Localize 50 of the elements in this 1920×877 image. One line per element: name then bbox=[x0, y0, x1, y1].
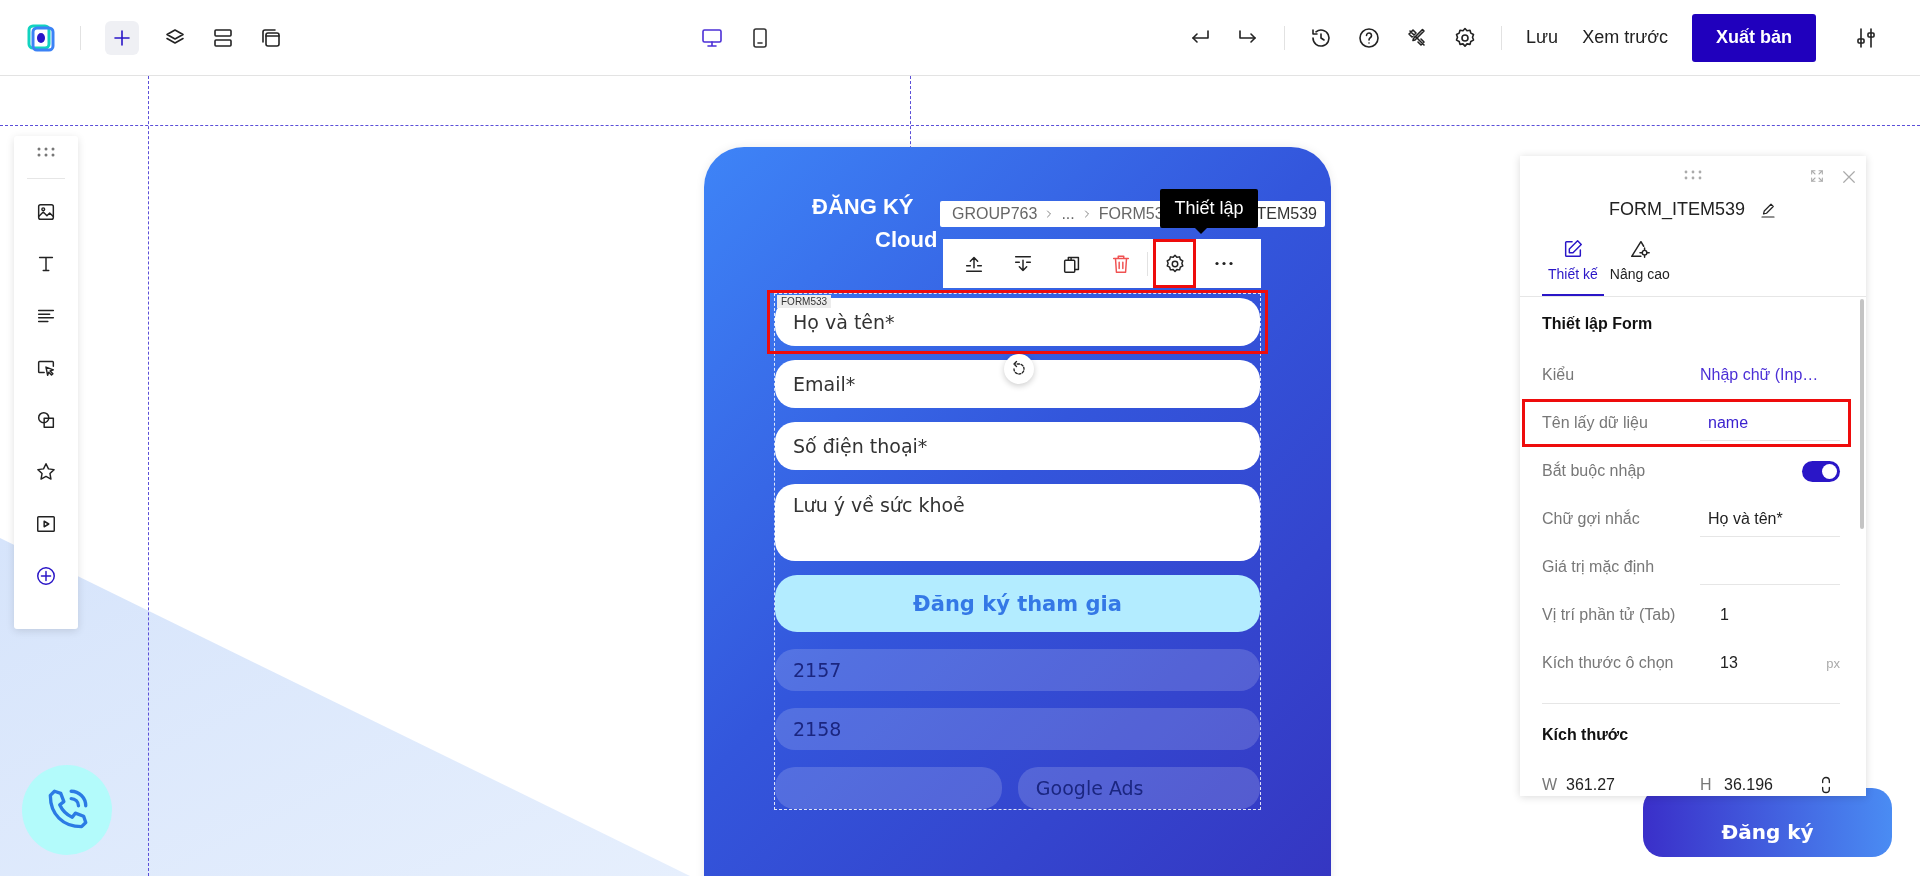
ruler-gear-icon bbox=[1628, 238, 1651, 260]
panel-title: FORM_ITEM539 bbox=[1609, 199, 1745, 220]
input-field[interactable]: Số điện thoại* bbox=[775, 422, 1260, 470]
section-title: Kích thước bbox=[1542, 725, 1630, 745]
setting-label: Tên lấy dữ liệu bbox=[1542, 414, 1649, 432]
text-field[interactable]: Họ và tên* bbox=[1700, 501, 1840, 537]
settings-button[interactable] bbox=[1153, 239, 1196, 288]
form-title: Cloud bbox=[875, 226, 938, 254]
rotate-handle[interactable] bbox=[1004, 354, 1034, 384]
breadcrumb-item[interactable]: GROUP763 bbox=[952, 205, 1038, 223]
breadcrumb-item[interactable]: ... bbox=[1061, 205, 1075, 223]
setting-label: Kích thước ô chọn bbox=[1542, 654, 1675, 672]
publish-button[interactable]: Xuất bản bbox=[1692, 13, 1816, 62]
element-label: FORM533 bbox=[777, 295, 832, 308]
sliders-icon[interactable] bbox=[1854, 25, 1878, 50]
image-icon[interactable] bbox=[35, 201, 57, 223]
setting-label: Vị trí phần tử (Tab) bbox=[1542, 606, 1677, 624]
type-dropdown[interactable]: Nhập chữ (Inp… bbox=[1700, 358, 1840, 392]
number-field[interactable]: 13 px bbox=[1700, 646, 1840, 680]
add-button[interactable] bbox=[105, 20, 139, 55]
setting-label: Kiểu bbox=[1542, 366, 1576, 384]
setting-label: Bắt buộc nhập bbox=[1542, 462, 1647, 480]
shapes-icon[interactable] bbox=[35, 409, 57, 431]
text-area[interactable]: Lưu ý về sức khoẻ bbox=[775, 484, 1260, 561]
form-title: ĐĂNG KÝ bbox=[812, 193, 914, 221]
more-icon bbox=[1213, 261, 1234, 266]
drag-handle-icon[interactable] bbox=[35, 146, 57, 158]
settings-icon bbox=[1163, 252, 1186, 275]
preview-link[interactable]: Xem trước bbox=[1582, 27, 1668, 48]
help-icon[interactable] bbox=[1357, 25, 1382, 50]
panel-tab[interactable]: Nâng cao bbox=[1603, 234, 1676, 296]
toggle-switch[interactable] bbox=[1802, 460, 1840, 482]
panel-tab[interactable]: Thiết kế bbox=[1542, 234, 1604, 296]
text-field[interactable]: name bbox=[1700, 405, 1840, 441]
tooltip: Thiết lập bbox=[1160, 189, 1258, 228]
width-label: W bbox=[1542, 776, 1559, 794]
save-link[interactable]: Lưu bbox=[1526, 27, 1559, 48]
pencil-icon[interactable] bbox=[1759, 202, 1777, 220]
video-icon[interactable] bbox=[35, 513, 57, 535]
scrollbar[interactable] bbox=[1860, 299, 1864, 529]
drag-handle-icon[interactable] bbox=[1683, 170, 1703, 180]
add-circle-icon[interactable] bbox=[35, 565, 57, 587]
breadcrumb-item[interactable]: TEM539 bbox=[1256, 205, 1317, 223]
setting-label: Giá trị mặc định bbox=[1542, 558, 1656, 576]
star-icon[interactable] bbox=[35, 461, 57, 483]
setting-label: Chữ gợi nhắc bbox=[1542, 510, 1641, 528]
number-field[interactable]: 1 bbox=[1700, 598, 1840, 632]
input-field[interactable]: Email* bbox=[775, 360, 1260, 408]
section-title: Thiết lập Form bbox=[1542, 314, 1654, 334]
app-logo[interactable] bbox=[26, 22, 56, 53]
